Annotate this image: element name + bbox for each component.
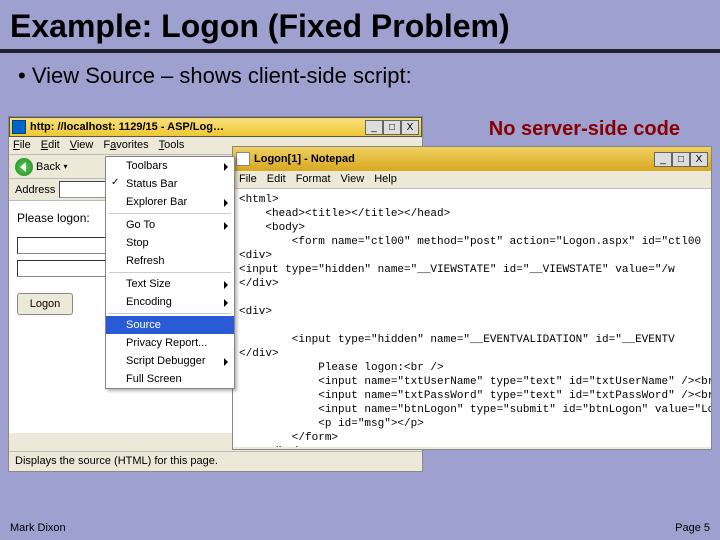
logon-button[interactable]: Logon xyxy=(17,293,73,315)
view-dropdown-menu: Toolbars Status Bar Explorer Bar Go To S… xyxy=(105,156,235,389)
np-menu-help[interactable]: Help xyxy=(374,173,397,186)
np-menu-view[interactable]: View xyxy=(341,173,365,186)
np-menu-file[interactable]: File xyxy=(239,173,257,186)
notepad-title-text: Logon[1] - Notepad xyxy=(254,153,654,165)
ie-title-text: http: //localhost: 1129/15 - ASP/Log… xyxy=(30,121,365,133)
notepad-titlebar[interactable]: Logon[1] - Notepad _ □ X xyxy=(233,147,711,171)
notepad-window: Logon[1] - Notepad _ □ X File Edit Forma… xyxy=(232,146,712,450)
ie-menu-favorites[interactable]: Favorites xyxy=(103,139,148,152)
close-button[interactable]: X xyxy=(690,152,708,167)
close-button[interactable]: X xyxy=(401,120,419,135)
menu-explorerbar[interactable]: Explorer Bar xyxy=(106,193,234,211)
menu-separator xyxy=(109,213,231,214)
footer-page: Page 5 xyxy=(675,522,710,534)
notepad-menubar: File Edit Format View Help xyxy=(233,171,711,189)
slide-title: Example: Logon (Fixed Problem) xyxy=(10,8,710,45)
np-menu-edit[interactable]: Edit xyxy=(267,173,286,186)
menu-fullscreen[interactable]: Full Screen xyxy=(106,370,234,388)
ie-menu-file[interactable]: FFileile xyxy=(13,139,31,152)
back-button[interactable]: Back ▾ xyxy=(15,158,67,176)
ie-statusbar: Displays the source (HTML) for this page… xyxy=(9,451,422,471)
footer-author: Mark Dixon xyxy=(10,522,66,534)
ie-icon xyxy=(12,120,26,134)
menu-statusbar[interactable]: Status Bar xyxy=(106,175,234,193)
menu-separator xyxy=(109,313,231,314)
back-label: Back xyxy=(36,161,60,173)
menu-textsize[interactable]: Text Size xyxy=(106,275,234,293)
notepad-window-buttons: _ □ X xyxy=(654,152,708,167)
chevron-down-icon: ▾ xyxy=(63,162,67,171)
np-menu-format[interactable]: Format xyxy=(296,173,331,186)
ie-titlebar[interactable]: http: //localhost: 1129/15 - ASP/Log… _ … xyxy=(9,117,422,137)
ie-menu-view[interactable]: View xyxy=(70,139,94,152)
menu-stop[interactable]: Stop xyxy=(106,234,234,252)
minimize-button[interactable]: _ xyxy=(365,120,383,135)
menu-refresh[interactable]: Refresh xyxy=(106,252,234,270)
minimize-button[interactable]: _ xyxy=(654,152,672,167)
ie-window-buttons: _ □ X xyxy=(365,120,419,135)
notepad-icon xyxy=(236,152,250,166)
menu-privacy[interactable]: Privacy Report... xyxy=(106,334,234,352)
menu-encoding[interactable]: Encoding xyxy=(106,293,234,311)
address-label: Address xyxy=(15,184,55,196)
menu-goto[interactable]: Go To xyxy=(106,216,234,234)
callout-text: No server-side code xyxy=(489,118,680,141)
ie-menu-edit[interactable]: Edit xyxy=(41,139,60,152)
back-arrow-icon xyxy=(15,158,33,176)
menu-source[interactable]: Source xyxy=(106,316,234,334)
menu-toolbars[interactable]: Toolbars xyxy=(106,157,234,175)
menu-debugger[interactable]: Script Debugger xyxy=(106,352,234,370)
maximize-button[interactable]: □ xyxy=(383,120,401,135)
slide-footer: Mark Dixon Page 5 xyxy=(10,522,710,534)
maximize-button[interactable]: □ xyxy=(672,152,690,167)
notepad-source-code[interactable]: <html> <head><title></title></head> <bod… xyxy=(239,193,705,447)
ie-menu-tools[interactable]: Tools xyxy=(159,139,185,152)
menu-separator xyxy=(109,272,231,273)
notepad-body[interactable]: <html> <head><title></title></head> <bod… xyxy=(233,189,711,447)
slide-title-area: Example: Logon (Fixed Problem) xyxy=(0,0,720,53)
bullet-text: View Source – shows client-side script: xyxy=(18,63,720,89)
